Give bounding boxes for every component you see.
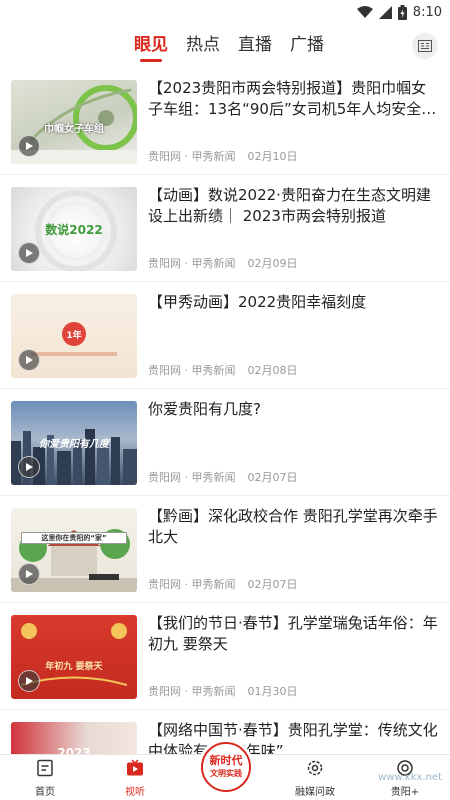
news-date: 02月08日 xyxy=(247,364,298,377)
news-meta: 贵阳网 · 甲秀新闻 02月07日 xyxy=(148,576,298,592)
nav-media-politics[interactable]: 融媒问政 xyxy=(285,759,345,799)
news-title[interactable]: 【2023贵阳市两会特别报道】贵阳巾帼女子车组：13名“90后”女司机5年人均安… xyxy=(148,78,440,120)
news-date: 02月07日 xyxy=(247,471,298,484)
badge-line2: 文明实践 xyxy=(210,769,242,778)
battery-icon xyxy=(397,4,407,20)
video-thumbnail[interactable]: 2023 xyxy=(11,722,137,754)
news-title[interactable]: 你爱贵阳有几度? xyxy=(148,399,440,420)
news-meta: 贵阳网 · 甲秀新闻 02月10日 xyxy=(148,148,298,164)
list-item[interactable]: 你爱贵阳有几度 你爱贵阳有几度? 贵阳网 · 甲秀新闻 02月07日 xyxy=(0,389,450,496)
watermark-text: www.kkx.net xyxy=(378,772,442,783)
thumbnail-caption: 1年 xyxy=(66,331,82,341)
nav-home-label: 首页 xyxy=(35,787,55,798)
wifi-icon xyxy=(356,5,373,18)
list-item[interactable]: 年初九 要祭天 【我们的节日·春节】孔学堂瑞兔话年俗：年初九 要祭天 贵阳网 ·… xyxy=(0,603,450,710)
list-item[interactable]: 这里你在贵阳的“家” 【黔画】深化政校合作 贵阳孔学堂再次牵手北大 贵阳网 · … xyxy=(0,496,450,603)
tab-redian[interactable]: 热点 xyxy=(186,32,220,58)
tab-zhibo[interactable]: 直播 xyxy=(238,32,272,58)
video-thumbnail[interactable]: 1年 xyxy=(11,294,137,378)
news-date: 01月30日 xyxy=(247,685,298,698)
tab-guangbo[interactable]: 广播 xyxy=(290,32,324,58)
nav-video[interactable]: 视听 xyxy=(105,759,165,799)
gear-icon xyxy=(307,760,323,776)
news-meta: 贵阳网 · 甲秀新闻 02月07日 xyxy=(148,469,298,485)
civilization-practice-badge[interactable]: 新时代 文明实践 xyxy=(201,742,251,792)
news-source: 贵阳网 · 甲秀新闻 xyxy=(148,578,236,591)
list-item[interactable]: 1年 【甲秀动画】2022贵阳幸福刻度 贵阳网 · 甲秀新闻 02月08日 xyxy=(0,282,450,389)
news-source: 贵阳网 · 甲秀新闻 xyxy=(148,257,236,270)
video-feed: 巾帼女子车组 【2023贵阳市两会特别报道】贵阳巾帼女子车组：13名“90后”女… xyxy=(0,68,450,754)
play-icon[interactable] xyxy=(18,135,40,157)
news-meta: 贵阳网 · 甲秀新闻 02月08日 xyxy=(148,362,298,378)
news-title[interactable]: 【网络中国节·春节】贵阳孔学堂：传统文化中体验有趣的“年味” xyxy=(148,720,440,754)
news-source: 贵阳网 · 甲秀新闻 xyxy=(148,364,236,377)
thumbnail-caption: 巾帼女子车组 xyxy=(44,124,104,135)
status-icons: 8:10 xyxy=(356,3,442,21)
nav-guiyang-plus-label: 贵阳+ xyxy=(390,787,420,798)
news-title[interactable]: 【我们的节日·春节】孔学堂瑞兔话年俗：年初九 要祭天 xyxy=(148,613,440,655)
home-doc-icon xyxy=(37,759,53,777)
list-item[interactable]: 数说2022 【动画】数说2022·贵阳奋力在生态文明建设上出新绩｜ 2023市… xyxy=(0,175,450,282)
thumbnail-caption: 2023 xyxy=(57,746,91,754)
thumbnail-caption: 你爱贵阳有几度 xyxy=(39,439,109,450)
play-icon[interactable] xyxy=(18,349,40,371)
play-icon[interactable] xyxy=(18,563,40,585)
news-source: 贵阳网 · 甲秀新闻 xyxy=(148,685,236,698)
play-icon[interactable] xyxy=(18,670,40,692)
category-tabs: 眼见 热点 直播 广播 xyxy=(134,32,324,62)
news-source: 贵阳网 · 甲秀新闻 xyxy=(148,150,236,163)
news-meta: 贵阳网 · 甲秀新闻 02月09日 xyxy=(148,255,298,271)
tv-play-icon xyxy=(127,759,143,776)
video-thumbnail[interactable]: 数说2022 xyxy=(11,187,137,271)
news-date: 02月09日 xyxy=(247,257,298,270)
nav-home[interactable]: 首页 xyxy=(15,759,75,799)
badge-line1: 新时代 xyxy=(209,754,243,767)
status-bar: 8:10 xyxy=(0,0,450,24)
video-thumbnail[interactable]: 年初九 要祭天 xyxy=(11,615,137,699)
channel-menu-button[interactable] xyxy=(412,33,438,59)
menu-grid-icon xyxy=(418,40,432,52)
news-title[interactable]: 【黔画】深化政校合作 贵阳孔学堂再次牵手北大 xyxy=(148,506,440,548)
clock: 8:10 xyxy=(412,4,442,20)
play-icon[interactable] xyxy=(18,456,40,478)
news-meta: 贵阳网 · 甲秀新闻 01月30日 xyxy=(148,683,298,699)
news-title[interactable]: 【甲秀动画】2022贵阳幸福刻度 xyxy=(148,292,440,313)
top-nav: 眼见 热点 直播 广播 xyxy=(0,24,450,68)
news-date: 02月07日 xyxy=(247,578,298,591)
play-icon[interactable] xyxy=(18,242,40,264)
video-thumbnail[interactable]: 这里你在贵阳的“家” xyxy=(11,508,137,592)
news-title[interactable]: 【动画】数说2022·贵阳奋力在生态文明建设上出新绩｜ 2023市两会特别报道 xyxy=(148,185,440,227)
nav-media-politics-label: 融媒问政 xyxy=(295,787,335,798)
news-date: 02月10日 xyxy=(247,150,298,163)
nav-video-label: 视听 xyxy=(125,787,145,798)
video-thumbnail[interactable]: 你爱贵阳有几度 xyxy=(11,401,137,485)
signal-icon xyxy=(378,5,392,19)
thumbnail-caption: 数说2022 xyxy=(45,223,103,237)
thumbnail-caption: 这里你在贵阳的“家” xyxy=(21,532,127,544)
video-thumbnail[interactable]: 巾帼女子车组 xyxy=(11,80,137,164)
tab-yanjian[interactable]: 眼见 xyxy=(134,32,168,62)
list-item[interactable]: 巾帼女子车组 【2023贵阳市两会特别报道】贵阳巾帼女子车组：13名“90后”女… xyxy=(0,68,450,175)
news-source: 贵阳网 · 甲秀新闻 xyxy=(148,471,236,484)
